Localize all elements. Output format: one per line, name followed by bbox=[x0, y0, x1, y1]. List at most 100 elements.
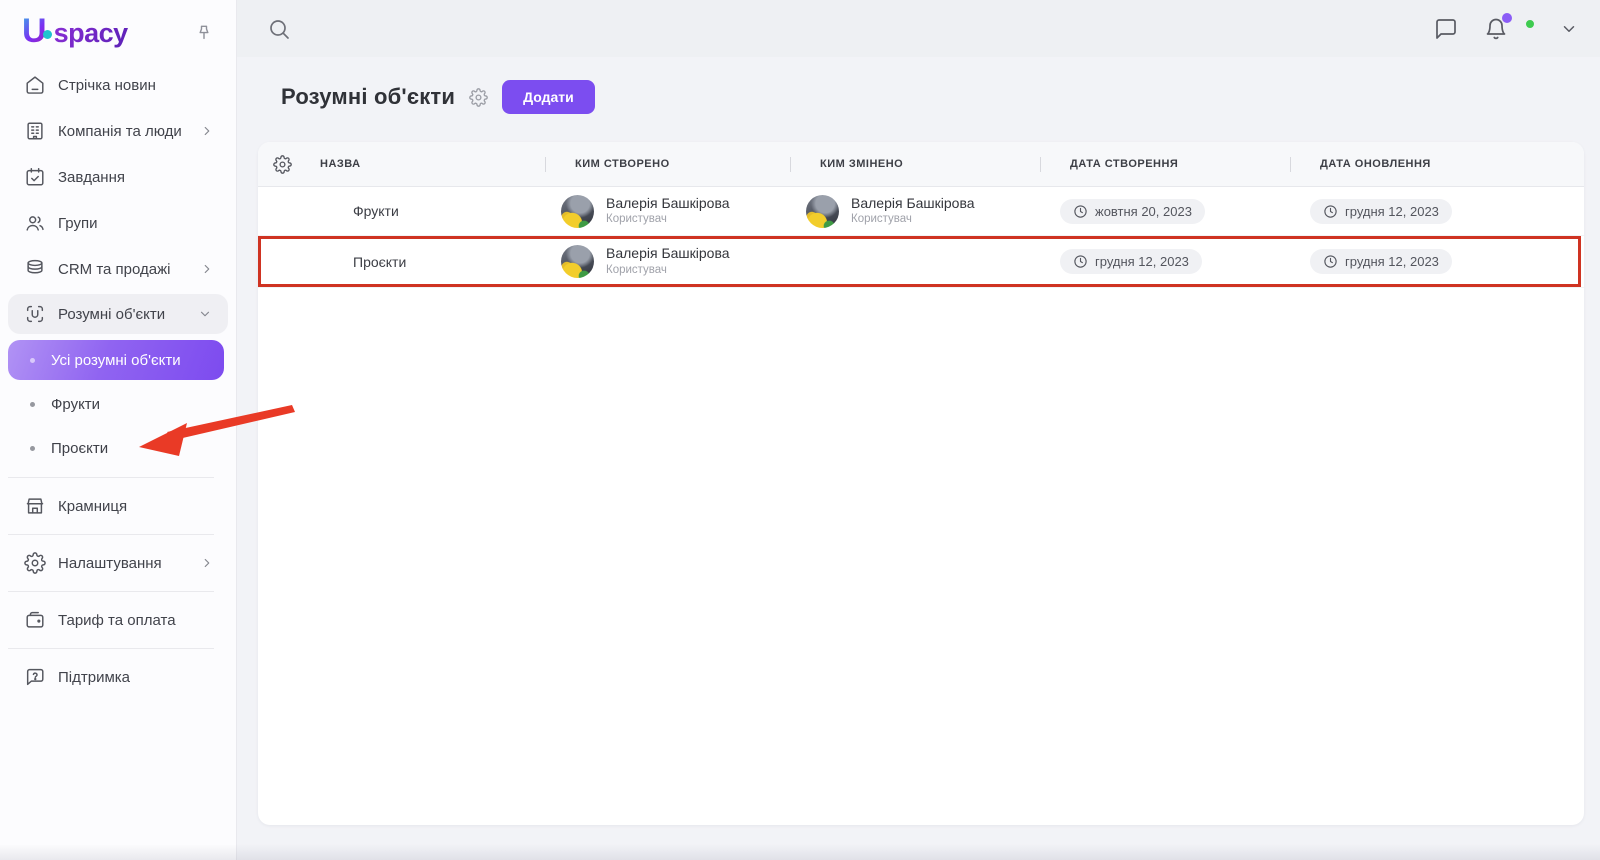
page-settings-gear-icon[interactable] bbox=[469, 87, 488, 107]
search-icon[interactable] bbox=[267, 17, 291, 41]
sidebar-subitem-all-smart-objects[interactable]: Усі розумні об'єкти bbox=[8, 340, 224, 380]
date-text: грудня 12, 2023 bbox=[1095, 254, 1189, 269]
chevron-right-icon bbox=[200, 124, 214, 138]
logo-letter-u: U bbox=[22, 11, 47, 50]
person-role: Користувач bbox=[606, 263, 667, 276]
table-row-projects-highlighted[interactable]: Проєкти Валерія Башкірова Користувач гру… bbox=[258, 236, 1584, 288]
building-icon bbox=[24, 120, 46, 142]
column-header-created-date[interactable]: ДАТА СТВОРЕННЯ bbox=[1040, 158, 1290, 170]
uspacy-logo[interactable]: U spacy bbox=[22, 12, 128, 51]
sidebar-bottom-nav: Крамниця Налаштування Тариф та оплата Пі… bbox=[0, 477, 236, 698]
sidebar-item-smart-objects[interactable]: Розумні об'єкти bbox=[8, 294, 228, 334]
sidebar-item-label: Підтримка bbox=[58, 668, 131, 686]
wallet-icon bbox=[24, 609, 46, 631]
sidebar-item-label: Компанія та люди bbox=[58, 122, 182, 140]
database-icon bbox=[24, 258, 46, 280]
person-name: Валерія Башкірова bbox=[606, 194, 730, 211]
table-row-fruits[interactable]: Фрукти Валерія Башкірова Користувач Вале… bbox=[258, 187, 1584, 236]
date-pill: грудня 12, 2023 bbox=[1310, 198, 1452, 224]
smart-objects-icon bbox=[24, 303, 46, 325]
sidebar-item-company-people[interactable]: Компанія та люди bbox=[0, 108, 236, 154]
sidebar-item-marketplace[interactable]: Крамниця bbox=[0, 485, 236, 527]
column-header-created-by[interactable]: КИМ СТВОРЕНО bbox=[545, 158, 790, 170]
chevron-down-icon bbox=[198, 307, 212, 321]
updated-date-cell: грудня 12, 2023 bbox=[1290, 249, 1584, 274]
sidebar-item-tasks[interactable]: Завдання bbox=[0, 154, 236, 200]
bullet-icon bbox=[30, 445, 35, 451]
column-divider bbox=[1290, 157, 1291, 172]
home-icon bbox=[24, 74, 46, 96]
users-icon bbox=[24, 212, 46, 234]
row-name: Проєкти bbox=[353, 253, 407, 270]
topbar bbox=[237, 0, 1600, 57]
logo-text: spacy bbox=[53, 17, 129, 48]
sidebar-item-tariff-payment[interactable]: Тариф та оплата bbox=[0, 599, 236, 641]
table-header: НАЗВА КИМ СТВОРЕНО КИМ ЗМІНЕНО ДАТА СТВО… bbox=[258, 142, 1584, 187]
online-status-dot bbox=[1524, 17, 1536, 30]
divider bbox=[8, 591, 214, 592]
row-name: Фрукти bbox=[353, 203, 399, 219]
divider bbox=[8, 477, 214, 478]
sidebar-item-news-feed[interactable]: Стрічка новин bbox=[0, 62, 236, 108]
notification-dot bbox=[1502, 12, 1512, 23]
sidebar-item-label: Завдання bbox=[58, 168, 125, 186]
sidebar-group-smart-objects: Розумні об'єкти bbox=[8, 294, 228, 334]
sidebar-item-label: Налаштування bbox=[58, 554, 162, 572]
sidebar-subitem-label: Фрукти bbox=[51, 395, 101, 413]
date-pill: грудня 12, 2023 bbox=[1310, 249, 1452, 274]
date-pill: жовтня 20, 2023 bbox=[1060, 198, 1205, 224]
user-avatar bbox=[806, 194, 839, 228]
created-date-cell: грудня 12, 2023 bbox=[1040, 249, 1290, 274]
modified-by-cell: Валерія Башкірова Користувач bbox=[790, 194, 1040, 228]
chat-icon[interactable] bbox=[1434, 17, 1458, 41]
sidebar-item-label: CRM та продажі bbox=[58, 260, 171, 278]
sidebar-item-support[interactable]: Підтримка bbox=[0, 656, 236, 698]
main-content: Розумні об'єкти Додати НАЗВА КИМ СТВОРЕН… bbox=[237, 57, 1600, 860]
notifications-bell-icon[interactable] bbox=[1484, 12, 1512, 41]
divider bbox=[8, 534, 214, 535]
gear-icon bbox=[24, 552, 46, 574]
clock-icon bbox=[1073, 204, 1088, 219]
clock-icon bbox=[1073, 254, 1088, 269]
sidebar-nav: Стрічка новин Компанія та люди Завдання … bbox=[0, 58, 236, 698]
sidebar-subitem-projects[interactable]: Проєкти bbox=[0, 426, 236, 470]
profile-chevron-down-icon[interactable] bbox=[1560, 20, 1578, 38]
date-text: грудня 12, 2023 bbox=[1345, 203, 1439, 219]
sidebar-item-label: Крамниця bbox=[58, 497, 128, 515]
sidebar-item-crm-sales[interactable]: CRM та продажі bbox=[0, 246, 236, 292]
sidebar-subitem-fruits[interactable]: Фрукти bbox=[0, 382, 236, 426]
uspacy-app: U spacy Стрічка новин Компанія та люди З… bbox=[0, 0, 1600, 860]
calendar-check-icon bbox=[24, 166, 46, 188]
bullet-icon bbox=[30, 357, 35, 363]
pin-sidebar-icon[interactable] bbox=[194, 23, 214, 43]
created-by-cell: Валерія Башкірова Користувач bbox=[545, 245, 790, 278]
date-text: грудня 12, 2023 bbox=[1345, 254, 1439, 269]
column-header-name[interactable]: НАЗВА bbox=[306, 158, 545, 170]
bullet-icon bbox=[30, 401, 35, 407]
person-name: Валерія Башкірова bbox=[851, 194, 975, 211]
table-settings-gear-icon[interactable] bbox=[258, 154, 306, 174]
sidebar-item-label: Стрічка новин bbox=[58, 76, 156, 94]
date-text: жовтня 20, 2023 bbox=[1095, 203, 1192, 219]
sidebar-item-settings[interactable]: Налаштування bbox=[0, 542, 236, 584]
sidebar-item-label: Групи bbox=[58, 214, 98, 232]
sidebar-item-groups[interactable]: Групи bbox=[0, 200, 236, 246]
created-by-cell: Валерія Башкірова Користувач bbox=[545, 194, 790, 228]
logo-dot bbox=[42, 29, 52, 39]
clock-icon bbox=[1323, 204, 1338, 219]
column-header-updated-date[interactable]: ДАТА ОНОВЛЕННЯ bbox=[1290, 158, 1584, 170]
chevron-right-icon bbox=[200, 556, 214, 570]
sidebar-item-label: Розумні об'єкти bbox=[58, 305, 166, 323]
column-divider bbox=[1040, 157, 1041, 172]
support-chat-icon bbox=[24, 666, 46, 688]
smart-objects-table: НАЗВА КИМ СТВОРЕНО КИМ ЗМІНЕНО ДАТА СТВО… bbox=[258, 142, 1584, 825]
column-divider bbox=[545, 157, 546, 172]
updated-date-cell: грудня 12, 2023 bbox=[1290, 198, 1584, 224]
person-role: Користувач bbox=[851, 213, 912, 226]
column-divider bbox=[790, 157, 791, 172]
add-button[interactable]: Додати bbox=[502, 80, 595, 114]
column-header-modified-by[interactable]: КИМ ЗМІНЕНО bbox=[790, 158, 1040, 170]
clock-icon bbox=[1323, 254, 1338, 269]
chevron-right-icon bbox=[200, 262, 214, 276]
user-avatar bbox=[561, 194, 594, 228]
